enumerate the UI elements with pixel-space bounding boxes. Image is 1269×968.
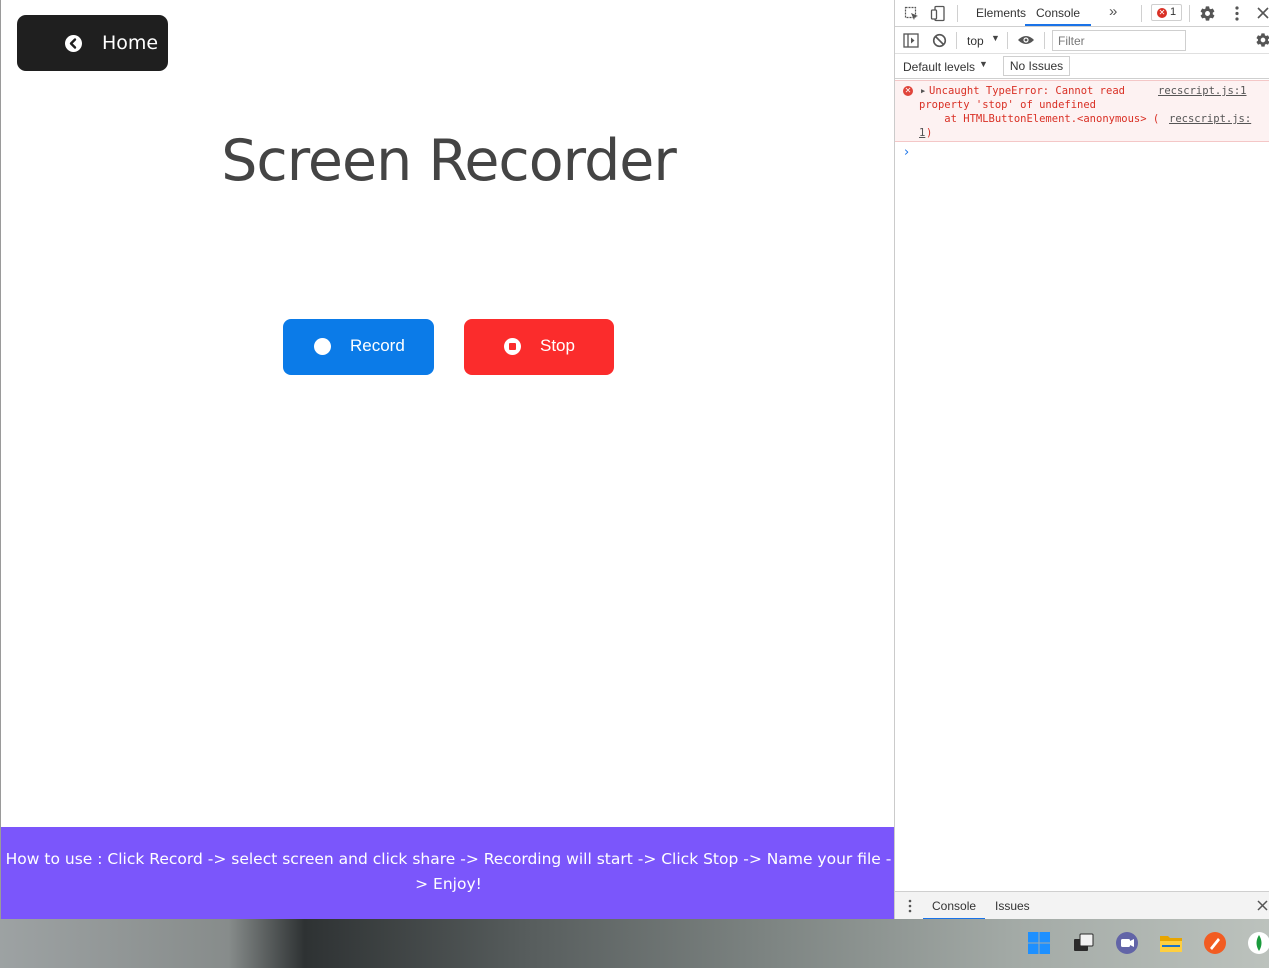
app-orange-icon[interactable] [1203, 931, 1227, 955]
separator [1141, 5, 1142, 22]
context-dropdown-icon[interactable]: ▼ [991, 33, 1000, 43]
back-arrow-icon [65, 35, 82, 52]
error-stack-link-cont[interactable]: 1 [919, 127, 925, 139]
more-options-icon[interactable] [1229, 5, 1245, 22]
error-close-paren: ) [926, 127, 933, 139]
drawer-tab-issues[interactable]: Issues [995, 899, 1030, 913]
error-source-link[interactable]: recscript.js:1 [1158, 85, 1247, 97]
error-line-3: at HTMLButtonElement.<anonymous> ( [919, 113, 1160, 125]
web-page: Home Screen Recorder Record Stop How to … [0, 0, 895, 919]
settings-gear-icon[interactable] [1199, 5, 1216, 22]
close-devtools-icon[interactable] [1257, 7, 1269, 19]
teams-chat-icon[interactable] [1115, 931, 1139, 955]
devtools-panel: Elements Console » ✕ 1 top ▼ Default lev… [894, 0, 1269, 920]
error-count: 1 [1170, 6, 1177, 18]
error-x-icon: ✕ [1157, 8, 1167, 18]
drawer-menu-icon[interactable] [907, 899, 913, 913]
issues-button[interactable]: No Issues [1003, 56, 1070, 76]
stop-circle-icon [504, 338, 521, 355]
devtools-drawer-tabs: Console Issues [895, 891, 1269, 920]
error-line-1: Uncaught TypeError: Cannot read [929, 85, 1125, 97]
sidebar-toggle-icon[interactable] [903, 33, 919, 48]
stop-label: Stop [540, 336, 575, 355]
inspect-element-icon[interactable] [904, 6, 920, 22]
log-levels-bar: Default levels ▼ No Issues [895, 54, 1269, 79]
record-circle-icon [314, 338, 331, 355]
separator [1189, 5, 1190, 22]
home-label: Home [102, 32, 159, 54]
tab-elements[interactable]: Elements [976, 6, 1026, 20]
error-x-icon: ✕ [903, 86, 913, 96]
devtools-tabbar: Elements Console » ✕ 1 [895, 0, 1269, 27]
file-explorer-icon[interactable] [1159, 931, 1183, 955]
stop-button[interactable]: Stop [464, 319, 614, 375]
expand-triangle-icon[interactable]: ▶ [921, 87, 925, 95]
default-levels-dropdown[interactable]: Default levels [903, 60, 975, 74]
how-to-footer: How to use : Click Record -> select scre… [1, 827, 895, 919]
windows-taskbar [0, 919, 1269, 968]
separator [1007, 32, 1008, 49]
separator [1044, 32, 1045, 49]
error-count-badge[interactable]: ✕ 1 [1151, 4, 1182, 21]
record-button[interactable]: Record [283, 319, 434, 375]
home-button[interactable]: Home [17, 15, 168, 71]
separator [957, 5, 958, 22]
device-toolbar-icon[interactable] [930, 5, 946, 22]
windows-start-icon[interactable] [1027, 931, 1051, 955]
separator [956, 32, 957, 49]
tab-console[interactable]: Console [1025, 6, 1092, 26]
more-tabs-icon[interactable]: » [1109, 3, 1117, 20]
close-drawer-icon[interactable] [1257, 900, 1268, 911]
clear-console-icon[interactable] [932, 33, 947, 48]
page-title: Screen Recorder [221, 128, 677, 194]
context-selector[interactable]: top [967, 34, 984, 48]
console-filter-input[interactable] [1052, 30, 1186, 51]
error-stack-link[interactable]: recscript.js: [1169, 113, 1251, 125]
record-label: Record [350, 336, 405, 355]
how-to-line-2: > Enjoy! [415, 875, 482, 893]
console-error-message: ✕ ▶ Uncaught TypeError: Cannot read recs… [895, 80, 1269, 142]
console-prompt-icon[interactable]: › [904, 145, 909, 160]
task-view-icon[interactable] [1071, 931, 1095, 955]
how-to-line-1: How to use : Click Record -> select scre… [5, 850, 892, 868]
console-toolbar: top ▼ [895, 27, 1269, 54]
error-line-2: property 'stop' of undefined [919, 99, 1097, 111]
levels-dropdown-icon[interactable]: ▼ [979, 59, 988, 69]
live-expression-eye-icon[interactable] [1017, 34, 1035, 46]
console-settings-gear-icon[interactable] [1255, 32, 1269, 48]
app-green-icon[interactable] [1247, 931, 1269, 955]
drawer-tab-console[interactable]: Console [923, 899, 986, 920]
